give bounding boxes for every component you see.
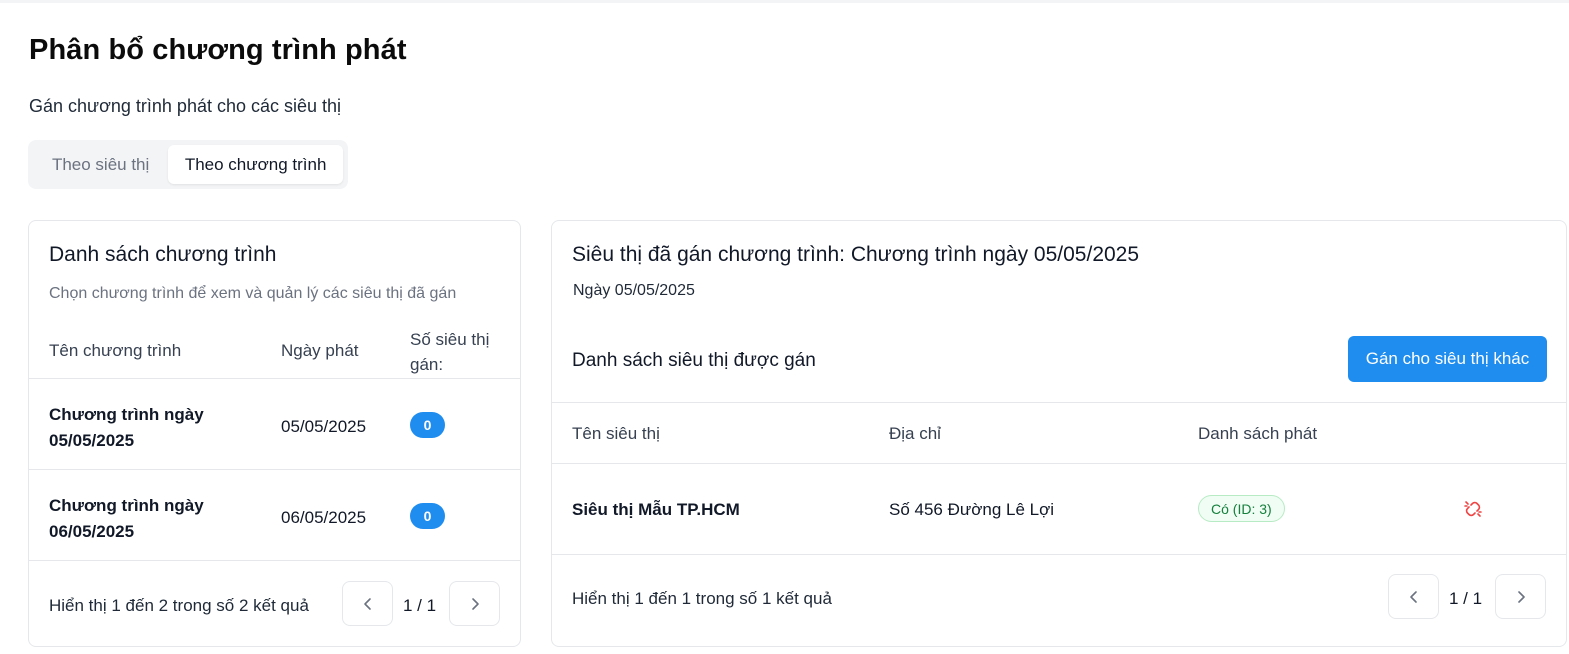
column-header-store: Tên siêu thị (572, 424, 660, 443)
page-title: Phân bổ chương trình phát (29, 34, 407, 66)
program-list-description: Chọn chương trình để xem và quản lý các … (49, 285, 457, 302)
divider (29, 469, 520, 470)
pagination-summary: Hiển thị 1 đến 1 trong số 1 kết quả (572, 589, 832, 608)
next-page-button[interactable] (449, 581, 500, 626)
program-list-title: Danh sách chương trình (49, 243, 277, 266)
assign-other-store-button[interactable]: Gán cho siêu thị khác (1348, 336, 1547, 382)
view-tabs: Theo siêu thị Theo chương trình (28, 140, 348, 189)
air-date: 05/05/2025 (281, 417, 367, 436)
store-count-badge: 0 (410, 503, 445, 529)
chevron-left-icon (1409, 590, 1417, 603)
next-page-button[interactable] (1495, 574, 1546, 619)
previous-page-button[interactable] (342, 581, 393, 626)
top-border (0, 0, 1569, 3)
program-date: Ngày 05/05/2025 (573, 282, 695, 299)
page-indicator: 1 / 1 (1449, 589, 1483, 608)
assigned-stores-title: Siêu thị đã gán chương trình: Chương trì… (572, 243, 1140, 266)
assigned-stores-card: Siêu thị đã gán chương trình: Chương trì… (551, 220, 1567, 647)
column-header-address: Địa chỉ (889, 424, 941, 443)
section-title: Danh sách siêu thị được gán (572, 350, 816, 371)
tab-by-store[interactable]: Theo siêu thị (33, 145, 168, 184)
tab-by-program[interactable]: Theo chương trình (168, 145, 343, 184)
program-list-card: Danh sách chương trình Chọn chương trình… (28, 220, 521, 647)
divider (552, 402, 1566, 403)
unlink-icon[interactable] (1462, 498, 1484, 520)
chevron-right-icon (471, 597, 479, 610)
program-name: Chương trình ngày 06/05/2025 (49, 496, 204, 541)
pagination-summary: Hiển thị 1 đến 2 trong số 2 kết quả (49, 596, 309, 615)
divider (552, 554, 1566, 555)
playlist-status-badge: Có (ID: 3) (1198, 495, 1285, 522)
divider (29, 560, 520, 561)
air-date: 06/05/2025 (281, 508, 367, 527)
page-indicator: 1 / 1 (403, 596, 437, 615)
chevron-right-icon (1517, 590, 1525, 603)
column-header-playlist: Danh sách phát (1198, 424, 1318, 443)
previous-page-button[interactable] (1388, 574, 1439, 619)
divider (552, 463, 1566, 464)
column-header-air-date: Ngày phát (281, 341, 359, 360)
program-name: Chương trình ngày 05/05/2025 (49, 405, 204, 450)
store-name: Siêu thị Mẫu TP.HCM (572, 500, 740, 519)
store-address: Số 456 Đường Lê Lợi (889, 500, 1055, 519)
store-count-badge: 0 (410, 412, 445, 438)
column-header-program-name: Tên chương trình (49, 341, 182, 360)
column-header-store-count: Số siêu thị gán: (410, 330, 490, 374)
divider (29, 378, 520, 379)
page-subtitle: Gán chương trình phát cho các siêu thị (29, 96, 342, 116)
chevron-left-icon (363, 597, 371, 610)
